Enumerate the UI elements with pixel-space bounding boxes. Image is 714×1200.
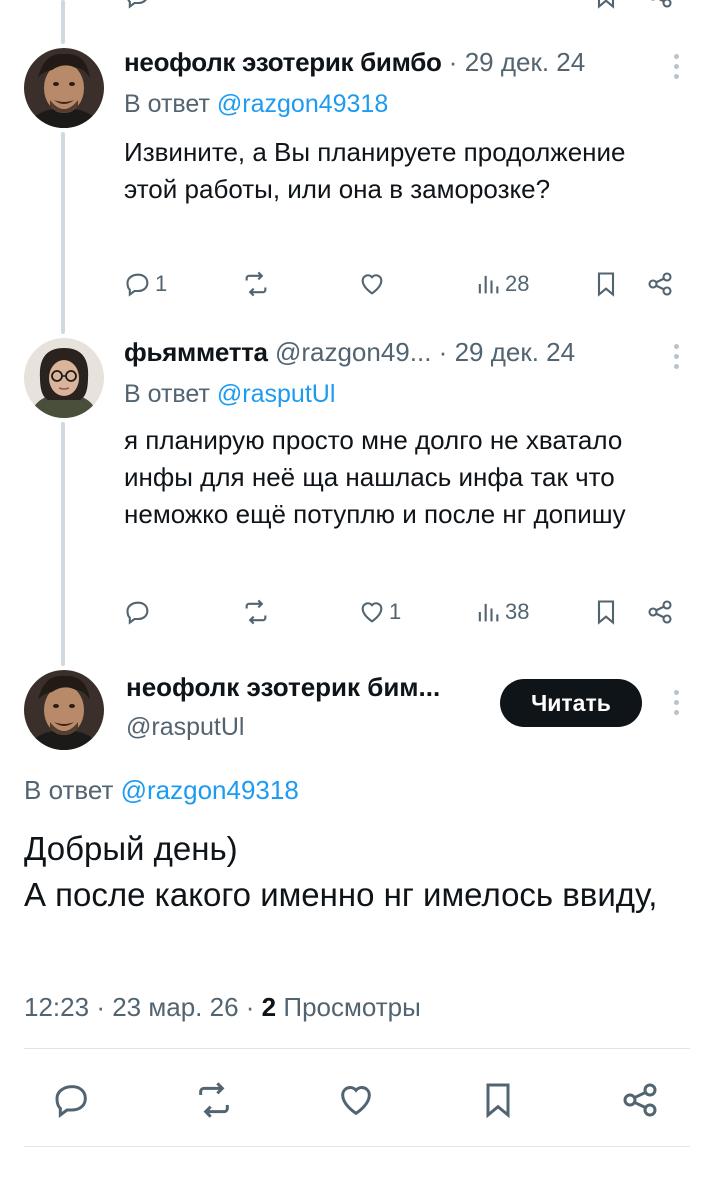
reply1-like-button[interactable] [358, 266, 386, 302]
main-more-icon[interactable] [674, 690, 680, 715]
reply1-reply-button[interactable]: 1 [124, 266, 167, 302]
reply1-views-button[interactable]: 28 [474, 266, 529, 302]
avatar-image [24, 48, 104, 128]
previous-share-button[interactable] [646, 0, 674, 14]
reply1-separator: · [448, 47, 458, 77]
main-date[interactable]: 23 мар. 26 [112, 992, 238, 1022]
reply-icon [126, 273, 149, 297]
repost-icon [245, 271, 267, 297]
follow-button[interactable]: Читать [500, 679, 642, 727]
avatar-main[interactable] [24, 670, 104, 750]
reply2-reply-button[interactable] [124, 594, 152, 630]
avatar-reply2[interactable] [24, 338, 104, 418]
repost-icon [245, 599, 267, 625]
main-reply-mention[interactable]: @razgon49318 [121, 775, 299, 805]
thread-line-bottom [61, 422, 65, 666]
reply1-date[interactable]: 29 дек. 24 [465, 47, 586, 77]
reply1-bookmark-button[interactable] [592, 266, 620, 302]
main-views-count: 2 [261, 992, 277, 1022]
reply1-views-count: 28 [505, 271, 530, 296]
reply2-separator: · [438, 337, 448, 367]
bookmark-icon [597, 272, 615, 297]
reply2-views-button[interactable]: 38 [474, 594, 529, 630]
previous-reply-button[interactable] [124, 0, 152, 14]
reply-icon [127, 0, 147, 9]
main-like-button[interactable] [336, 1076, 376, 1124]
reply1-reply-mention[interactable]: @razgon49318 [217, 90, 388, 118]
reply-icon [126, 601, 149, 625]
share-icon [623, 1083, 657, 1117]
views-icon [478, 603, 499, 622]
reply1-reply-count: 1 [155, 271, 168, 296]
reply1-repost-button[interactable] [242, 266, 270, 302]
avatar-image [24, 338, 104, 418]
main-reply-button[interactable] [52, 1076, 92, 1124]
share-icon [648, 600, 672, 624]
main-tweet-text: Добрый день) А после какого именно нг им… [24, 826, 684, 918]
bookmark-icon [486, 1083, 510, 1119]
reply2-reply-mention[interactable]: @rasputUl [217, 380, 335, 408]
main-meta-separator: · [96, 992, 105, 1022]
main-share-button[interactable] [620, 1076, 660, 1124]
reply1-reply-prefix: В ответ [124, 90, 210, 118]
main-reply-to: В ответ @razgon49318 [24, 774, 299, 806]
reply2-actions: 1 38 [124, 594, 684, 630]
avatar-image [24, 670, 104, 750]
repost-icon [199, 1082, 229, 1118]
reply2-author-handle[interactable]: @razgon49... [275, 337, 431, 367]
reply2-views-count: 38 [505, 599, 530, 624]
reply1-reply-to: В ответ @razgon49318 [124, 88, 388, 120]
like-icon [341, 1086, 371, 1116]
reply1-author-name[interactable]: неофолк эзотерик бимбо [124, 47, 442, 77]
divider-top [24, 1048, 690, 1049]
avatar-reply1[interactable] [24, 48, 104, 128]
reply2-more-icon[interactable] [674, 344, 680, 369]
main-text-line1: Добрый день) [24, 830, 238, 867]
reply1-more-icon[interactable] [674, 54, 680, 79]
like-icon [361, 602, 383, 623]
bookmark-icon [597, 600, 615, 625]
reply2-reply-prefix: В ответ [124, 380, 210, 408]
main-meta: 12:23 · 23 мар. 26 · 2 Просмотры [24, 990, 421, 1024]
main-author-handle[interactable]: @rasputUl [126, 710, 244, 744]
reply1-text: Извините, а Вы планируете продолжение эт… [124, 137, 626, 204]
reply1-header: неофолк эзотерик бимбо · 29 дек. 24 [124, 46, 585, 78]
main-actions [0, 1076, 714, 1124]
reply2-bookmark-button[interactable] [592, 594, 620, 630]
main-meta-separator-2: · [245, 992, 255, 1022]
main-text-line2: А после какого именно нг имелось ввиду, [24, 876, 658, 913]
bookmark-icon [597, 0, 615, 9]
views-icon [478, 275, 499, 294]
reply2-like-count: 1 [389, 599, 402, 624]
reply2-like-button[interactable]: 1 [358, 594, 401, 630]
thread-line-top [61, 0, 65, 44]
reply2-reply-to: В ответ @rasputUl [124, 378, 335, 410]
thread-line-middle [61, 132, 65, 334]
main-reply-prefix: В ответ [24, 775, 114, 805]
main-time[interactable]: 12:23 [24, 992, 89, 1022]
reply2-date[interactable]: 29 дек. 24 [455, 337, 576, 367]
share-icon [650, 0, 672, 8]
main-author-name[interactable]: неофолк эзотерик бим... [126, 670, 440, 704]
reply1-actions: 1 28 [124, 266, 684, 302]
reply2-share-button[interactable] [646, 594, 674, 630]
reply2-author-name[interactable]: фьямметта [124, 337, 268, 367]
reply-icon [55, 1085, 87, 1118]
main-repost-button[interactable] [194, 1076, 234, 1124]
divider-bottom [24, 1146, 690, 1147]
previous-bookmark-button[interactable] [592, 0, 620, 14]
main-views-label: Просмотры [283, 992, 421, 1022]
like-icon [361, 274, 383, 295]
previous-tweet-actions [124, 0, 684, 14]
reply2-repost-button[interactable] [242, 594, 270, 630]
main-bookmark-button[interactable] [478, 1076, 518, 1124]
reply2-header: фьямметта @razgon49... · 29 дек. 24 [124, 336, 575, 368]
reply2-text: я планирую просто мне долго не хватало и… [124, 425, 626, 529]
reply1-share-button[interactable] [646, 266, 674, 302]
share-icon [648, 272, 672, 296]
